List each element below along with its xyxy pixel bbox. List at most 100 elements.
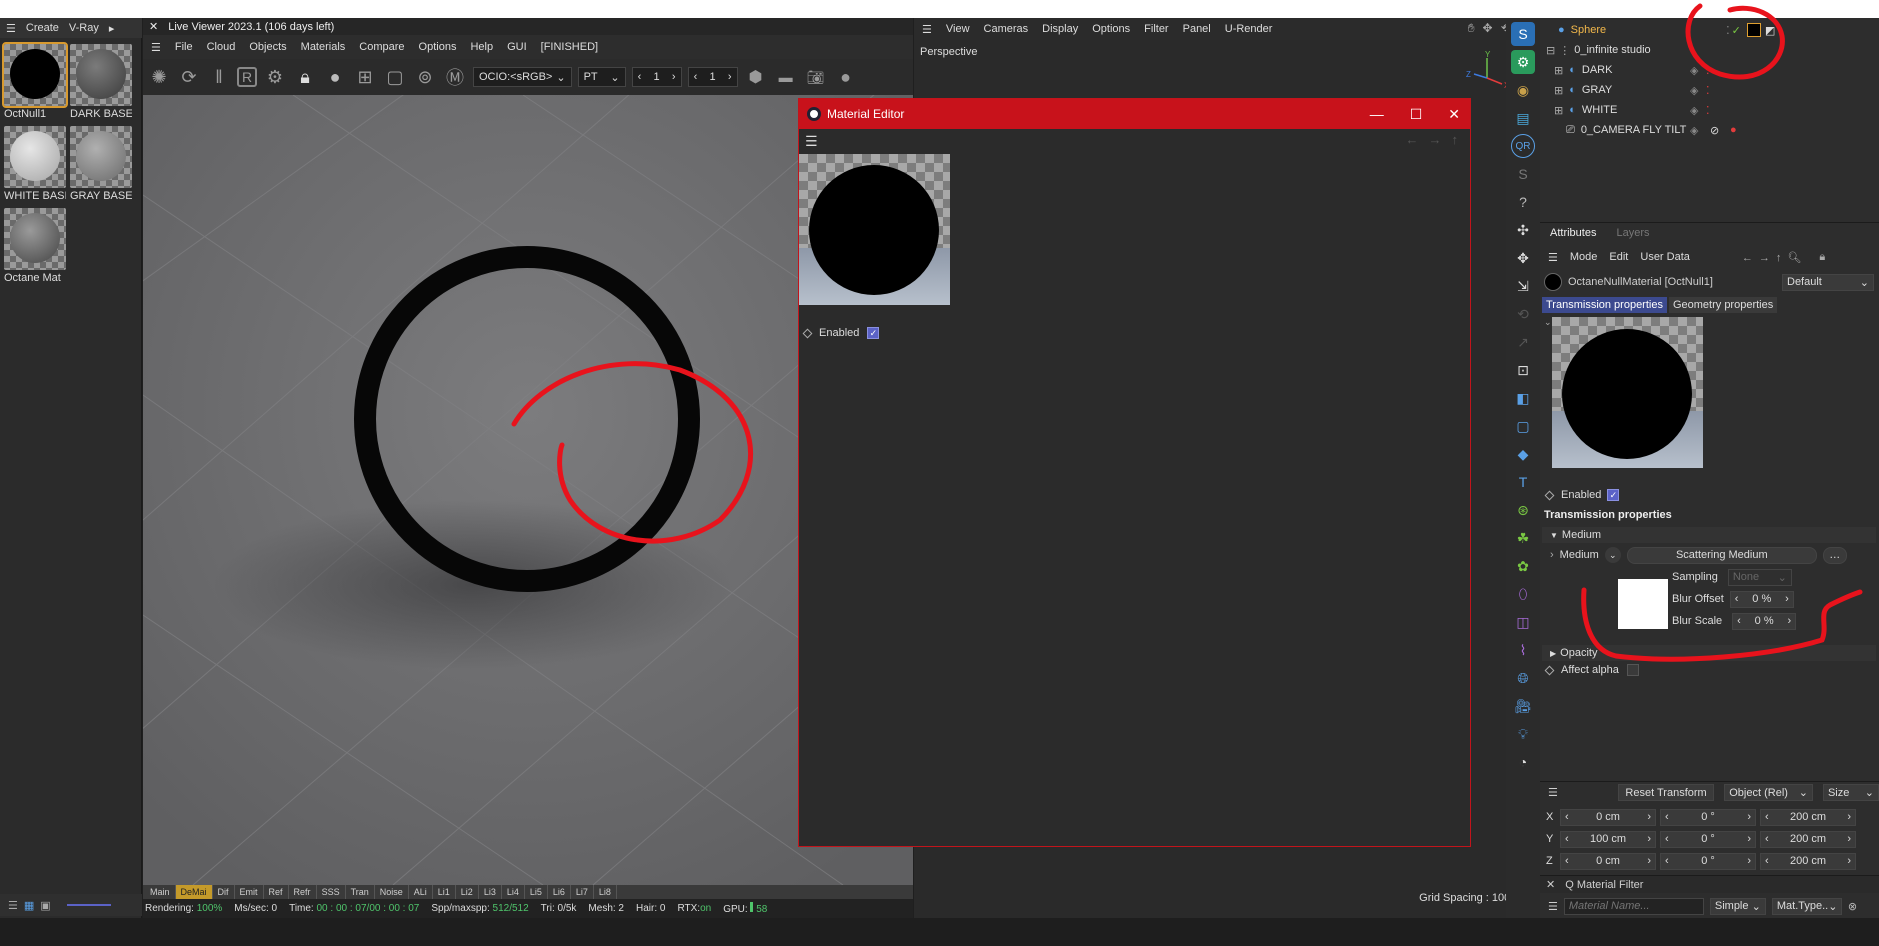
expand-arrow-icon[interactable]: ▸ — [109, 22, 115, 35]
menu-file[interactable]: File — [175, 41, 193, 53]
mograph-icon[interactable]: ⊛ — [1511, 498, 1535, 522]
large-view-icon[interactable]: ▣ — [40, 899, 50, 912]
move-tool-icon[interactable]: ✥ — [1511, 246, 1535, 270]
rotation-z-field[interactable]: ‹ 0 ° › — [1660, 852, 1756, 870]
menu-view[interactable]: View — [946, 23, 970, 35]
enabled-checkbox[interactable]: ✓ — [1607, 489, 1620, 501]
pass-light-7[interactable]: Li7 — [571, 885, 594, 899]
pass-ambient-light[interactable]: ALi — [409, 885, 433, 899]
pass-main[interactable]: Main — [145, 885, 176, 899]
deformer-icon[interactable]: ⬯ — [1511, 582, 1535, 606]
minimize-icon[interactable]: — — [1370, 106, 1384, 122]
field-icon[interactable]: ◫ — [1511, 610, 1535, 634]
menu-materials[interactable]: Materials — [301, 41, 346, 53]
position-z-field[interactable]: ‹ 0 cm › — [1560, 852, 1656, 870]
forward-arrow-icon[interactable]: → — [1429, 132, 1442, 147]
lock-icon[interactable]: 🔒︎ — [1819, 251, 1825, 264]
menu-user-data[interactable]: User Data — [1640, 251, 1690, 263]
ocio-select[interactable]: OCIO:<sRGB> ⌄ — [473, 67, 572, 87]
expand-icon[interactable]: ⊞ — [1554, 84, 1563, 97]
chevron-left-icon[interactable]: ‹ — [1735, 593, 1739, 605]
object-row-camera[interactable]: ⎚ 0_CAMERA FLY TILT ◈ ⊘ ● — [1540, 120, 1879, 140]
pass-diffuse[interactable]: Dif — [213, 885, 235, 899]
medium-dropdown-icon[interactable]: ⌄ — [1604, 547, 1621, 563]
expand-chevron-icon[interactable]: › — [1550, 549, 1554, 561]
hamburger-icon[interactable]: ☰ — [922, 23, 932, 36]
snap-tool-icon[interactable]: ↗ — [1511, 330, 1535, 354]
enabled-checkbox[interactable]: ✓ — [867, 327, 880, 339]
position-x-field[interactable]: ‹ 0 cm › — [1560, 808, 1656, 826]
layer-icon[interactable]: ◈ — [1690, 124, 1698, 137]
pass-sss[interactable]: SSS — [317, 885, 346, 899]
pass-light-3[interactable]: Li3 — [479, 885, 502, 899]
menu-gui[interactable]: GUI — [507, 41, 527, 53]
octane-s-icon[interactable]: S — [1511, 22, 1535, 46]
visibility-dots-icon[interactable]: ⁚ — [1706, 64, 1710, 77]
tab-transmission-properties[interactable]: Transmission properties — [1542, 297, 1667, 313]
filter-mode-select[interactable]: Simple ⌄ — [1709, 897, 1766, 915]
gray-s-icon[interactable]: S — [1511, 162, 1535, 186]
hamburger-icon[interactable]: ☰ — [805, 133, 818, 150]
maximize-icon[interactable]: ☐ — [1410, 106, 1423, 123]
model-mode-icon[interactable]: ✣ — [1511, 218, 1535, 242]
layer-icon[interactable]: ◈ — [1690, 104, 1698, 117]
pass-refraction[interactable]: Refr — [289, 885, 317, 899]
pass-light-4[interactable]: Li4 — [502, 885, 525, 899]
medium-link-button[interactable]: Scattering Medium — [1626, 546, 1817, 564]
chevron-left-icon[interactable]: ‹ — [1665, 833, 1669, 845]
expand-icon[interactable]: ⊞ — [1554, 104, 1563, 117]
help-icon[interactable]: ? — [1511, 190, 1535, 214]
menu-mode[interactable]: Mode — [1570, 251, 1598, 263]
menu-filter[interactable]: Filter — [1144, 23, 1168, 35]
size-mode-select[interactable]: Size ⌄ — [1822, 784, 1879, 801]
pass-light-1[interactable]: Li1 — [433, 885, 456, 899]
phong-tag-icon[interactable]: ◩ — [1765, 24, 1775, 37]
size-y-field[interactable]: ‹ 200 cm › — [1760, 830, 1856, 848]
material-octnull1[interactable]: OctNull1 — [2, 42, 68, 120]
menu-u-render[interactable]: U-Render — [1225, 23, 1273, 35]
size-x-field[interactable]: ‹ 200 cm › — [1760, 808, 1856, 826]
chevron-right-icon[interactable]: › — [1647, 833, 1651, 845]
chevron-left-icon[interactable]: ‹ — [1765, 811, 1769, 823]
scale-tool-icon[interactable]: ⇲ — [1511, 274, 1535, 298]
pause-render-icon[interactable]: ‖ — [207, 65, 231, 89]
chevron-left-icon[interactable]: ‹ — [638, 71, 642, 83]
grid-view-icon[interactable]: ▦ — [24, 899, 34, 912]
object-row-dark[interactable]: ⊞ ◐ DARK ◈ ⁚ — [1540, 60, 1879, 80]
tab-attributes[interactable]: Attributes — [1550, 227, 1596, 239]
menu-edit[interactable]: Edit — [1609, 251, 1628, 263]
chevron-left-icon[interactable]: ‹ — [1565, 855, 1569, 867]
cube-icon[interactable]: ◆ — [1511, 442, 1535, 466]
pass-light-8[interactable]: Li8 — [594, 885, 617, 899]
hamburger-icon[interactable]: ☰ — [1548, 786, 1558, 799]
pass-denoised-main[interactable]: DeMai — [175, 885, 213, 899]
menu-compare[interactable]: Compare — [359, 41, 404, 53]
chevron-right-icon[interactable]: › — [1785, 593, 1789, 605]
menu-help[interactable]: Help — [470, 41, 493, 53]
layer-icon[interactable]: ◈ — [1690, 64, 1698, 77]
cube-outline-icon[interactable]: ▢ — [1511, 414, 1535, 438]
visibility-dots-icon[interactable]: ⁚ — [1706, 104, 1710, 117]
keyframe-diamond-icon[interactable] — [1544, 490, 1555, 500]
focus-pick-icon[interactable]: ⊚ — [413, 65, 437, 89]
menu-panel[interactable]: Panel — [1183, 23, 1211, 35]
hamburger-icon[interactable]: ☰ — [6, 22, 16, 35]
chevron-right-icon[interactable]: › — [672, 71, 676, 83]
material-pick-icon[interactable]: Ⓜ — [443, 65, 467, 89]
chevron-right-icon[interactable]: › — [1847, 811, 1851, 823]
frame-tool-icon[interactable]: ⊡ — [1511, 358, 1535, 382]
chevron-right-icon[interactable]: › — [728, 71, 732, 83]
environment-icon[interactable]: 🌐︎ — [1511, 666, 1535, 690]
rotate-tool-icon[interactable]: ⟲ — [1511, 302, 1535, 326]
chevron-right-icon[interactable]: › — [1747, 855, 1751, 867]
close-icon[interactable]: ✕ — [1546, 878, 1555, 891]
blur-scale-field[interactable]: ‹ 0 % › — [1732, 612, 1797, 630]
pass-light-6[interactable]: Li6 — [548, 885, 571, 899]
camera-tag-icon[interactable]: ● — [1730, 124, 1737, 136]
material-name-input[interactable] — [1563, 897, 1704, 915]
pass-transmission[interactable]: Tran — [346, 885, 375, 899]
layer-icon[interactable]: ◈ — [1690, 84, 1698, 97]
render-view-icon[interactable]: ◧ — [1511, 386, 1535, 410]
expand-icon[interactable]: ⊞ — [1554, 64, 1563, 77]
visibility-dots-icon[interactable]: ⁚ — [1726, 24, 1730, 37]
